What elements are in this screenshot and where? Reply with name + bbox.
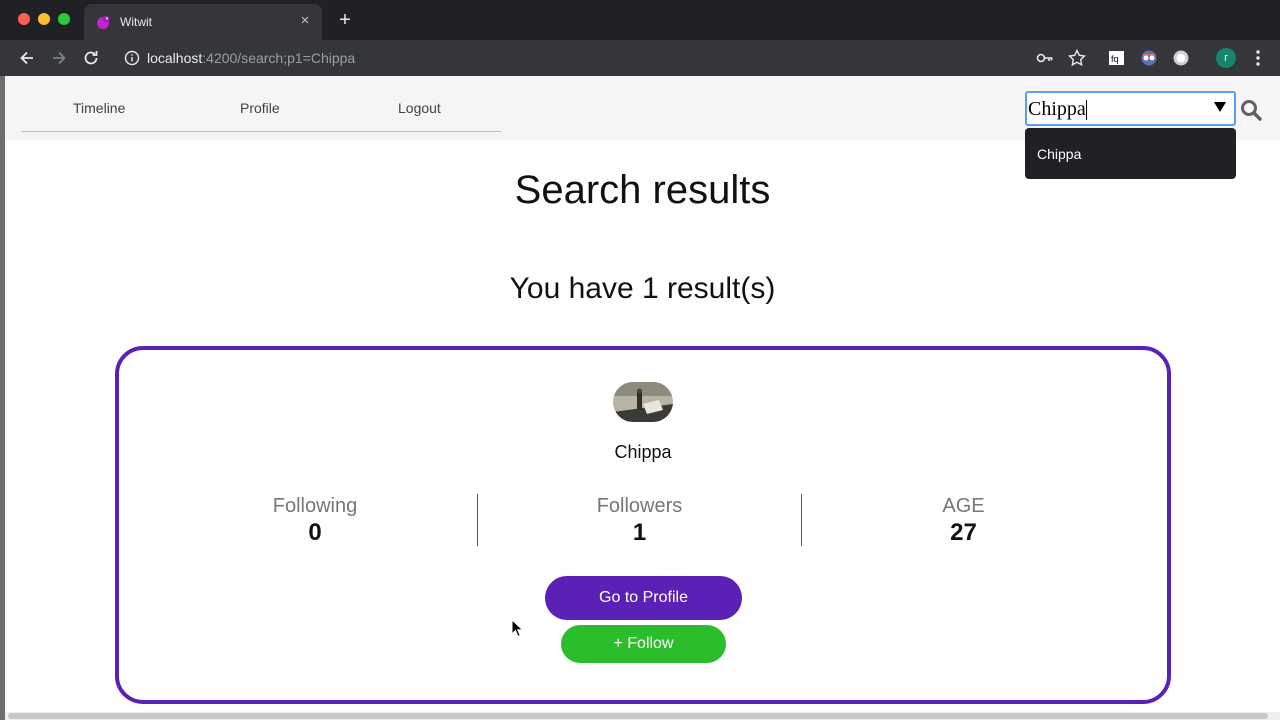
tab-close-icon[interactable]: × <box>296 12 314 30</box>
horizontal-scrollbar[interactable] <box>5 712 1280 720</box>
url-path: :4200/search;p1=Chippa <box>202 50 356 66</box>
stat-value: 0 <box>308 519 322 546</box>
key-icon[interactable] <box>1035 48 1055 68</box>
user-result-card: Chippa Following 0 Followers 1 AGE 27 Go… <box>115 346 1171 704</box>
browser-tab[interactable]: Witwit × <box>84 4 322 40</box>
tab-title: Witwit <box>120 15 152 29</box>
nav-logout-link[interactable]: Logout <box>398 100 441 116</box>
address-bar[interactable]: localhost:4200/search;p1=Chippa <box>112 44 1102 72</box>
search-combobox[interactable] <box>1025 91 1236 126</box>
suggestion-item[interactable]: Chippa <box>1037 146 1081 162</box>
nav-profile-link[interactable]: Profile <box>240 100 280 116</box>
reload-icon[interactable] <box>81 48 101 68</box>
stat-following: Following 0 <box>153 494 477 546</box>
mouse-pointer-icon <box>511 619 524 638</box>
browser-profile-avatar[interactable]: r <box>1216 48 1236 68</box>
url-host: localhost <box>147 50 203 66</box>
close-window-button[interactable] <box>18 13 30 25</box>
stat-age: AGE 27 <box>801 494 1125 546</box>
stat-value: 1 <box>632 519 647 546</box>
browser-toolbar: localhost:4200/search;p1=Chippa fq r <box>0 40 1280 76</box>
svg-text:fq: fq <box>1111 54 1119 64</box>
go-to-profile-button[interactable]: Go to Profile <box>545 576 742 620</box>
new-tab-button[interactable]: + <box>335 10 355 30</box>
nav-links: Timeline Profile Logout <box>21 76 501 132</box>
url-text: localhost:4200/search;p1=Chippa <box>147 50 355 66</box>
bookmark-star-icon[interactable] <box>1067 48 1087 68</box>
bird-favicon-icon <box>97 15 110 29</box>
more-menu-icon[interactable] <box>1248 48 1268 68</box>
search-icon[interactable] <box>1240 99 1262 121</box>
nav-timeline-link[interactable]: Timeline <box>73 100 125 116</box>
extension-glasses-icon[interactable] <box>1139 48 1159 68</box>
site-info-icon[interactable] <box>124 50 140 66</box>
follow-button[interactable]: + Follow <box>561 625 726 663</box>
back-arrow-icon[interactable] <box>17 48 37 68</box>
browser-tab-bar: Witwit × + <box>0 0 1280 40</box>
extension-record-icon[interactable] <box>1171 48 1191 68</box>
stat-value: 27 <box>950 519 977 546</box>
stat-label: AGE <box>942 495 985 517</box>
user-avatar <box>613 382 673 422</box>
forward-arrow-icon[interactable] <box>49 48 69 68</box>
maximize-window-button[interactable] <box>58 13 70 25</box>
search-input[interactable] <box>1028 97 1208 121</box>
stat-label: Followers <box>596 495 683 517</box>
result-count: You have 1 result(s) <box>509 272 776 305</box>
scrollbar-thumb[interactable] <box>8 713 1268 719</box>
page-title: Search results <box>514 168 771 212</box>
web-page: Timeline Profile Logout Chippa Search re… <box>5 76 1280 720</box>
stat-label: Following <box>272 495 358 517</box>
text-caret <box>1086 100 1087 120</box>
result-username: Chippa <box>614 442 672 462</box>
dropdown-arrow-icon[interactable] <box>1213 100 1227 114</box>
extension-fq-icon[interactable]: fq <box>1107 48 1127 68</box>
stat-followers: Followers 1 <box>477 494 801 546</box>
minimize-window-button[interactable] <box>38 13 50 25</box>
